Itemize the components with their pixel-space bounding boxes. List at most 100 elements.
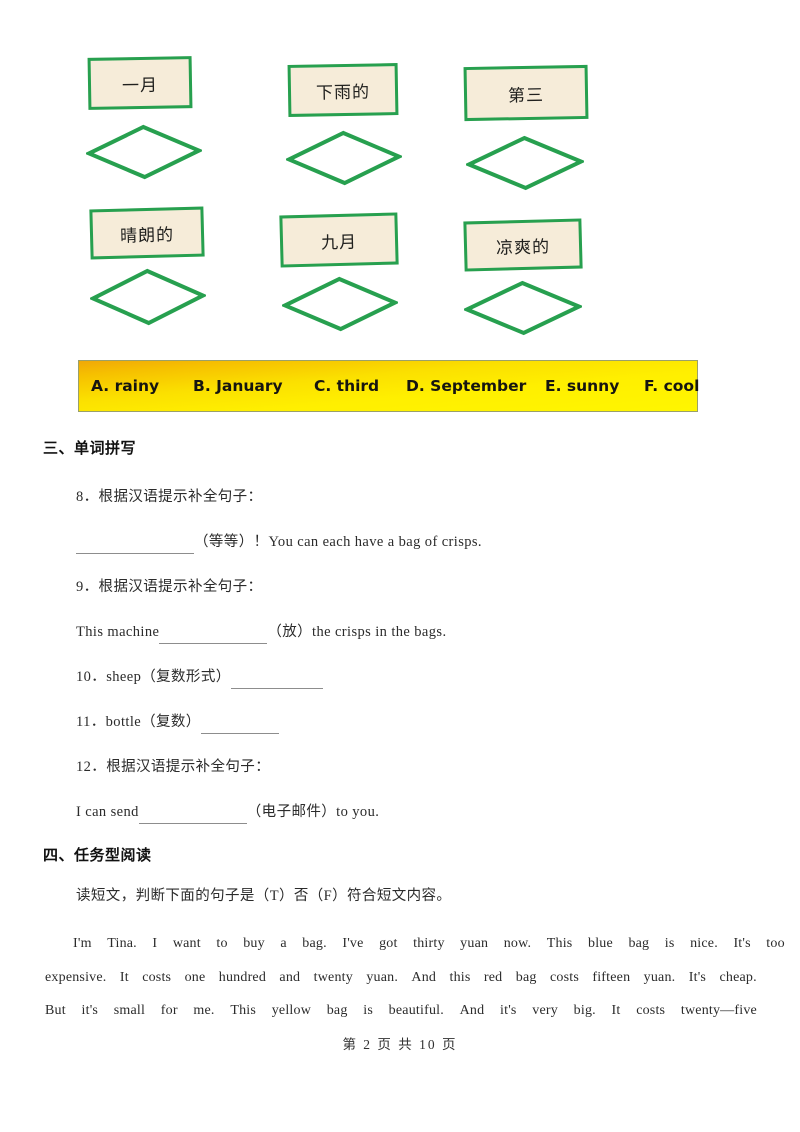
passage-word: beautiful. [388, 1003, 444, 1018]
question-9-answer-line: This machine （放）the crisps in the bags. [76, 620, 446, 644]
passage-word: small [113, 1003, 146, 1018]
blank-underline[interactable] [200, 716, 279, 734]
passage-word: costs [636, 1003, 666, 1018]
answer-option: D. September [406, 377, 527, 395]
passage-word: yuan. [643, 970, 676, 985]
answer-diamond[interactable] [85, 122, 203, 181]
passage-word: costs [142, 970, 172, 985]
word-box: 第三 [463, 64, 589, 122]
word-box-label: 晴朗的 [119, 224, 175, 247]
question-12-prompt: 12．根据汉语提示补全句子： [76, 759, 271, 775]
passage-word: I'm [73, 936, 92, 951]
section-heading-three: 三、单词拼写 [43, 439, 137, 457]
passage-word: red [483, 970, 503, 985]
passage-word: want [172, 936, 201, 951]
answer-option: C. third [314, 377, 380, 395]
answer-option: B. January [193, 377, 283, 395]
answer-option: F. cool [644, 377, 700, 395]
word-box: 凉爽的 [463, 218, 583, 272]
word-box-label: 一月 [121, 75, 159, 96]
passage-word: twenty [313, 970, 353, 985]
question-10-prompt: 10．sheep（复数形式） [76, 669, 231, 685]
word-box-label: 九月 [320, 232, 358, 253]
matching-exercise-area: 一月 下雨的 第三晴朗的 九月 凉爽的 [0, 0, 800, 345]
passage-word: bag. [302, 936, 327, 951]
passage-word: now. [503, 936, 532, 951]
passage-word: fifteen [592, 970, 631, 985]
answer-option: A. rainy [91, 377, 160, 395]
passage-word: very [532, 1003, 558, 1018]
page-footer: 第 2 页 共 10 页 [342, 1037, 458, 1052]
passage-word: It [611, 1003, 621, 1018]
passage-word: And [459, 1003, 485, 1018]
passage-word: I [152, 936, 158, 951]
passage-word: is [363, 1003, 373, 1018]
passage-word: yuan. [366, 970, 399, 985]
passage-word: Tina. [107, 936, 137, 951]
question-12-answer-suffix: （电子邮件）to you. [246, 804, 380, 820]
passage-word: me. [193, 1003, 215, 1018]
passage-word: twenty—five [680, 1003, 757, 1018]
passage-word: I've [342, 936, 364, 951]
question-11-line: 11．bottle（复数） [76, 710, 279, 734]
blank-underline[interactable] [159, 626, 268, 644]
word-box-label: 凉爽的 [495, 236, 551, 259]
passage-word: It [119, 970, 129, 985]
passage-word: bag [628, 936, 650, 951]
answer-diamond[interactable] [285, 128, 403, 187]
blank-underline[interactable] [230, 671, 323, 689]
passage-word: blue [588, 936, 613, 951]
word-box: 晴朗的 [89, 206, 205, 260]
passage-word: It's [733, 936, 751, 951]
passage-word: nice. [690, 936, 718, 951]
passage-word: This [230, 1003, 257, 1018]
word-box-label: 下雨的 [315, 82, 371, 103]
answer-diamond[interactable] [463, 278, 583, 337]
word-box: 下雨的 [287, 63, 399, 117]
passage-word: for [160, 1003, 178, 1018]
answer-diamond[interactable] [465, 133, 585, 192]
question-12-answer-prefix: I can send [76, 804, 139, 820]
passage-word: But [45, 1003, 66, 1018]
question-8-prompt: 8．根据汉语提示补全句子： [76, 489, 263, 505]
passage-word: is [664, 936, 675, 951]
question-8-answer-line: （等等）！You can each have a bag of crisps. [76, 530, 482, 554]
passage-word: a [280, 936, 287, 951]
answer-option: E. sunny [545, 377, 620, 395]
question-9-prompt: 9．根据汉语提示补全句子： [76, 579, 263, 595]
blank-underline[interactable] [138, 806, 247, 824]
passage-word: bag [326, 1003, 348, 1018]
passage-word: hundred [218, 970, 267, 985]
passage-word: this [449, 970, 471, 985]
answer-diamond[interactable] [281, 274, 399, 333]
passage-word: It's [688, 970, 707, 985]
passage-word: This [546, 936, 573, 951]
question-10-line: 10．sheep（复数形式） [76, 665, 323, 689]
passage-word: it's [81, 1003, 99, 1018]
passage-word: to [216, 936, 228, 951]
passage-word: bag [515, 970, 537, 985]
passage-word: too [766, 936, 785, 951]
word-box: 九月 [279, 212, 399, 268]
question-9-answer-suffix: （放）the crisps in the bags. [267, 624, 447, 640]
passage-word: yellow [271, 1003, 312, 1018]
passage-word: big. [573, 1003, 596, 1018]
passage-word: got [379, 936, 398, 951]
blank-underline[interactable] [76, 536, 194, 554]
passage-word: cheap. [719, 970, 757, 985]
passage-line: I'm Tina. Iwant to buy a bag. I've got thirty yuan… [45, 936, 785, 952]
passage-line: expensive. It costs one hundred and twenty yuan… [45, 970, 757, 986]
reading-instruction: 读短文，判断下面的句子是（T）否（F）符合短文内容。 [76, 888, 452, 904]
passage-word: and [279, 970, 301, 985]
passage-word: costs [549, 970, 579, 985]
answer-diamond[interactable] [89, 266, 207, 327]
question-12-answer-line: I can send （电子邮件）to you. [76, 800, 379, 824]
question-8-answer-suffix: （等等）！You can each have a bag of crisps. [194, 534, 482, 550]
question-11-prompt: 11．bottle（复数） [76, 714, 201, 730]
passage-word: yuan [460, 936, 489, 951]
answer-options-bar: A. rainy B. January C. third D. September E.… [78, 360, 700, 412]
word-box: 一月 [87, 56, 193, 110]
passage-word: one [184, 970, 206, 985]
question-9-answer-prefix: This machine [76, 624, 160, 640]
passage-word: buy [243, 936, 265, 951]
